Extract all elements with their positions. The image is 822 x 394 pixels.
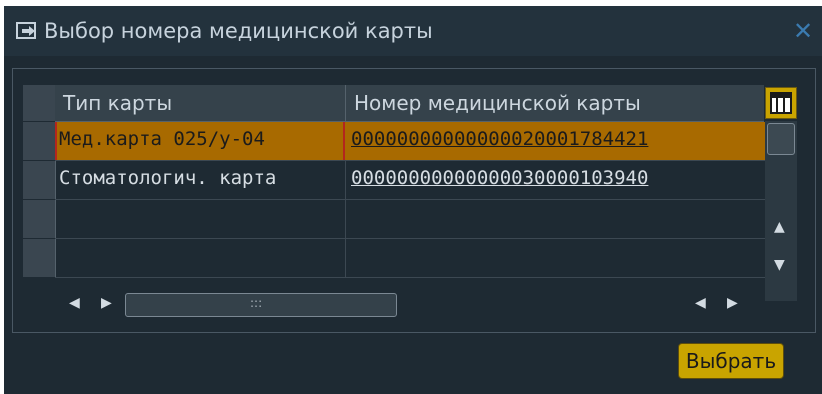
column-header-number-label: Номер медицинской карты <box>354 91 641 115</box>
medical-card-dialog: Выбор номера медицинской карты ✕ Тип кар… <box>4 6 822 394</box>
row-selector[interactable] <box>23 200 56 238</box>
select-all-corner[interactable] <box>23 85 56 121</box>
column-header-type-label: Тип карты <box>63 91 173 115</box>
column-settings-button[interactable] <box>765 87 797 119</box>
title-bar: Выбор номера медицинской карты ✕ <box>4 6 822 56</box>
vertical-scrollbar[interactable]: ▲ ▼ <box>765 121 797 301</box>
vertical-scroll-thumb[interactable] <box>767 123 795 155</box>
row-selector[interactable] <box>23 239 56 277</box>
table-row-3[interactable] <box>55 200 765 239</box>
grip-icon: ::: <box>250 296 263 310</box>
close-button[interactable]: ✕ <box>790 18 816 44</box>
row-selector[interactable] <box>23 161 56 199</box>
dialog-title: Выбор номера медицинской карты <box>44 19 433 43</box>
cell-card-type: Мед.карта 025/у-04 <box>59 128 265 150</box>
column-divider <box>345 239 346 277</box>
scroll-right-icon[interactable]: ▶ <box>727 295 738 311</box>
scroll-up-icon[interactable]: ▲ <box>774 219 785 235</box>
cell-card-type: Стоматологич. карта <box>59 167 277 189</box>
scroll-right-icon[interactable]: ▶ <box>101 295 112 311</box>
cell-card-number-link[interactable]: 00000000000000020001784421 <box>351 128 648 150</box>
scroll-down-icon[interactable]: ▼ <box>774 257 785 273</box>
scroll-left-icon[interactable]: ◀ <box>69 295 80 311</box>
select-button[interactable]: Выбрать <box>678 343 784 379</box>
table-row-2[interactable]: Стоматологич. карта 00000000000000030000… <box>55 161 765 200</box>
table-row-4[interactable] <box>55 239 765 278</box>
column-header-number[interactable]: Номер медицинской карты <box>346 85 764 122</box>
data-grid: Тип карты Номер медицинской карты Мед.ка… <box>13 69 815 332</box>
horizontal-scroll-thumb[interactable]: ::: <box>125 293 397 317</box>
scroll-left-icon[interactable]: ◀ <box>695 295 706 311</box>
columns-icon <box>770 92 792 114</box>
column-header-type[interactable]: Тип карты <box>55 85 346 122</box>
table-row-1[interactable]: Мед.карта 025/у-04 000000000000000200017… <box>55 122 765 161</box>
column-divider <box>345 200 346 238</box>
row-selector[interactable] <box>23 122 56 160</box>
column-divider <box>345 161 346 199</box>
cell-card-number-link[interactable]: 00000000000000030000103940 <box>351 167 648 189</box>
table-panel: Тип карты Номер медицинской карты Мед.ка… <box>12 68 816 333</box>
dialog-icon <box>16 22 36 39</box>
horizontal-scrollbar[interactable]: ◀ ▶ ::: ◀ ▶ <box>65 293 765 317</box>
